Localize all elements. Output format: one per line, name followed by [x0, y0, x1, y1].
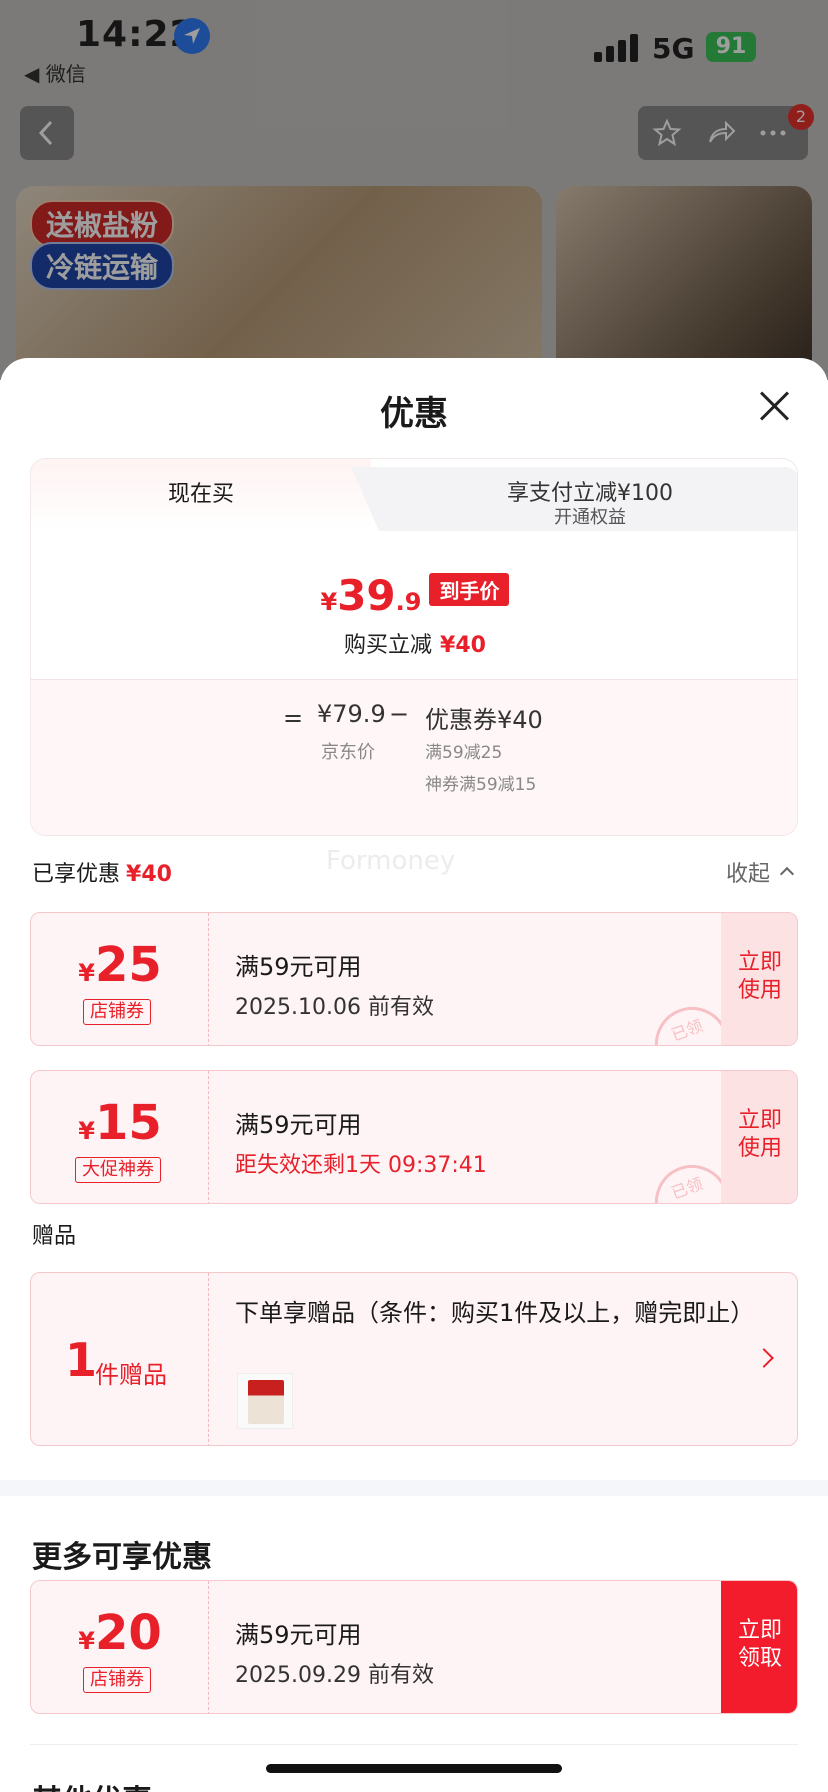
claim-coupon-button[interactable]: 立即 领取	[721, 1581, 797, 1713]
coupon-validity: 2025.09.29 前有效	[235, 1663, 434, 1688]
enjoyed-discount-amount: ¥40	[126, 862, 172, 887]
gift-thumbnail	[237, 1373, 293, 1429]
final-price: ¥39.9 到手价	[31, 571, 797, 620]
gift-count-number: 1	[65, 1333, 98, 1387]
coupon-currency: ¥	[78, 1627, 95, 1655]
tab-pay-discount[interactable]: 享支付立减¥100 开通权益	[351, 467, 797, 531]
discount-sheet: 优惠 现在买 享支付立减¥100 开通权益 ¥39.9 到手价 购买立减 ¥40 =…	[0, 358, 828, 1792]
coupon-card: ¥15 大促神券 满59元可用 距失效还剩1天 09:37:41 已领 立即 使用	[30, 1070, 798, 1204]
coupon-amount: ¥20	[31, 1605, 209, 1661]
price-breakdown: = ¥79.9 京东价 − 优惠券¥40 满59减25 神券满59减15	[31, 679, 797, 835]
coupon-card: ¥25 店铺券 满59元可用 2025.10.06 前有效 已领 立即 使用	[30, 912, 798, 1046]
coupon-currency: ¥	[78, 959, 95, 987]
background-app: 14:22 ◀ 微信 5G 91 2 送椒盐粉 冷链运输	[0, 0, 828, 380]
price-integer: 39	[337, 571, 396, 620]
coupon-detail-shop: 满59减25	[425, 743, 503, 763]
coupon-amount: ¥15	[31, 1095, 209, 1151]
collapse-label: 收起	[726, 862, 771, 887]
sheet-title: 优惠	[380, 394, 448, 434]
coupon-condition: 满59元可用	[235, 1111, 362, 1139]
coupon-condition: 满59元可用	[235, 953, 362, 981]
claim-coupon-label-2: 领取	[737, 1646, 782, 1671]
equals-sign: =	[283, 704, 304, 732]
coupon-countdown: 距失效还剩1天 09:37:41	[235, 1153, 487, 1178]
close-icon[interactable]	[758, 390, 790, 422]
coupon-amount-value: 15	[94, 1095, 162, 1151]
section-separator	[30, 1744, 798, 1745]
coupon-detail-promo: 神券满59减15	[425, 775, 537, 795]
coupon-type: 店铺券	[83, 1667, 151, 1693]
chevron-right-icon	[754, 1348, 774, 1368]
gift-count: 1 件赠品	[31, 1273, 209, 1445]
original-price-label: 京东价	[321, 742, 375, 763]
use-coupon-label-2: 使用	[737, 1136, 782, 1161]
use-coupon-button[interactable]: 立即 使用	[721, 913, 797, 1045]
use-coupon-label-1: 立即	[737, 1108, 782, 1133]
coupon-type: 大促神券	[75, 1157, 161, 1183]
gift-card[interactable]: 1 件赠品 下单享赠品（条件：购买1件及以上，赠完即止）	[30, 1272, 798, 1446]
collapse-toggle[interactable]: 收起	[726, 856, 795, 888]
tab-pay-discount-sub: 开通权益	[554, 507, 626, 528]
instant-discount-label: 购买立减	[344, 633, 433, 658]
use-coupon-button[interactable]: 立即 使用	[721, 1071, 797, 1203]
coupon-condition: 满59元可用	[235, 1621, 362, 1649]
more-discounts-title: 更多可享优惠	[32, 1540, 212, 1575]
final-price-tag: 到手价	[429, 573, 510, 606]
gift-section-title: 赠品	[32, 1224, 77, 1249]
other-discounts-title: 其他优惠	[32, 1776, 152, 1792]
coupon-validity: 2025.10.06 前有效	[235, 995, 434, 1020]
price-summary-card: 现在买 享支付立减¥100 开通权益 ¥39.9 到手价 购买立减 ¥40 = ¥7…	[30, 458, 798, 836]
coupon-card: ¥20 店铺券 满59元可用 2025.09.29 前有效 立即领取	[30, 1580, 798, 1714]
coupon-currency: ¥	[78, 1117, 95, 1145]
watermark: Formoney	[326, 846, 456, 876]
coupon-amount-value: 20	[94, 1605, 162, 1661]
claim-coupon-label-1: 立即	[737, 1618, 782, 1643]
gift-count-unit: 件赠品	[95, 1361, 167, 1389]
coupon-amount-value: 25	[94, 937, 162, 993]
instant-discount-amount: ¥40	[440, 633, 486, 658]
section-divider	[0, 1480, 828, 1496]
tab-buy-now[interactable]: 现在买	[31, 459, 371, 531]
coupon-value: ¥25 店铺券	[31, 913, 209, 1045]
instant-discount: 购买立减 ¥40	[31, 627, 797, 659]
coupon-value: ¥20 店铺券	[31, 1581, 209, 1713]
price-decimal: .9	[395, 588, 422, 616]
coupon-amount: ¥25	[31, 937, 209, 993]
enjoyed-discount-label: 已享优惠	[32, 862, 121, 887]
coupon-type: 店铺券	[83, 999, 151, 1025]
gift-description: 下单享赠品（条件：购买1件及以上，赠完即止）	[235, 1299, 755, 1327]
chevron-up-icon	[779, 866, 795, 882]
use-coupon-label-1: 立即	[737, 950, 782, 975]
home-indicator[interactable]	[266, 1764, 562, 1773]
coupon-total: 优惠券¥40	[425, 706, 543, 734]
coupon-value: ¥15 大促神券	[31, 1071, 209, 1203]
dim-overlay[interactable]	[0, 0, 828, 380]
currency-symbol: ¥	[320, 588, 338, 616]
enjoyed-discount: 已享优惠 ¥40	[32, 856, 172, 888]
original-price: ¥79.9	[317, 700, 386, 728]
use-coupon-label-2: 使用	[737, 978, 782, 1003]
minus-sign: −	[389, 700, 410, 728]
